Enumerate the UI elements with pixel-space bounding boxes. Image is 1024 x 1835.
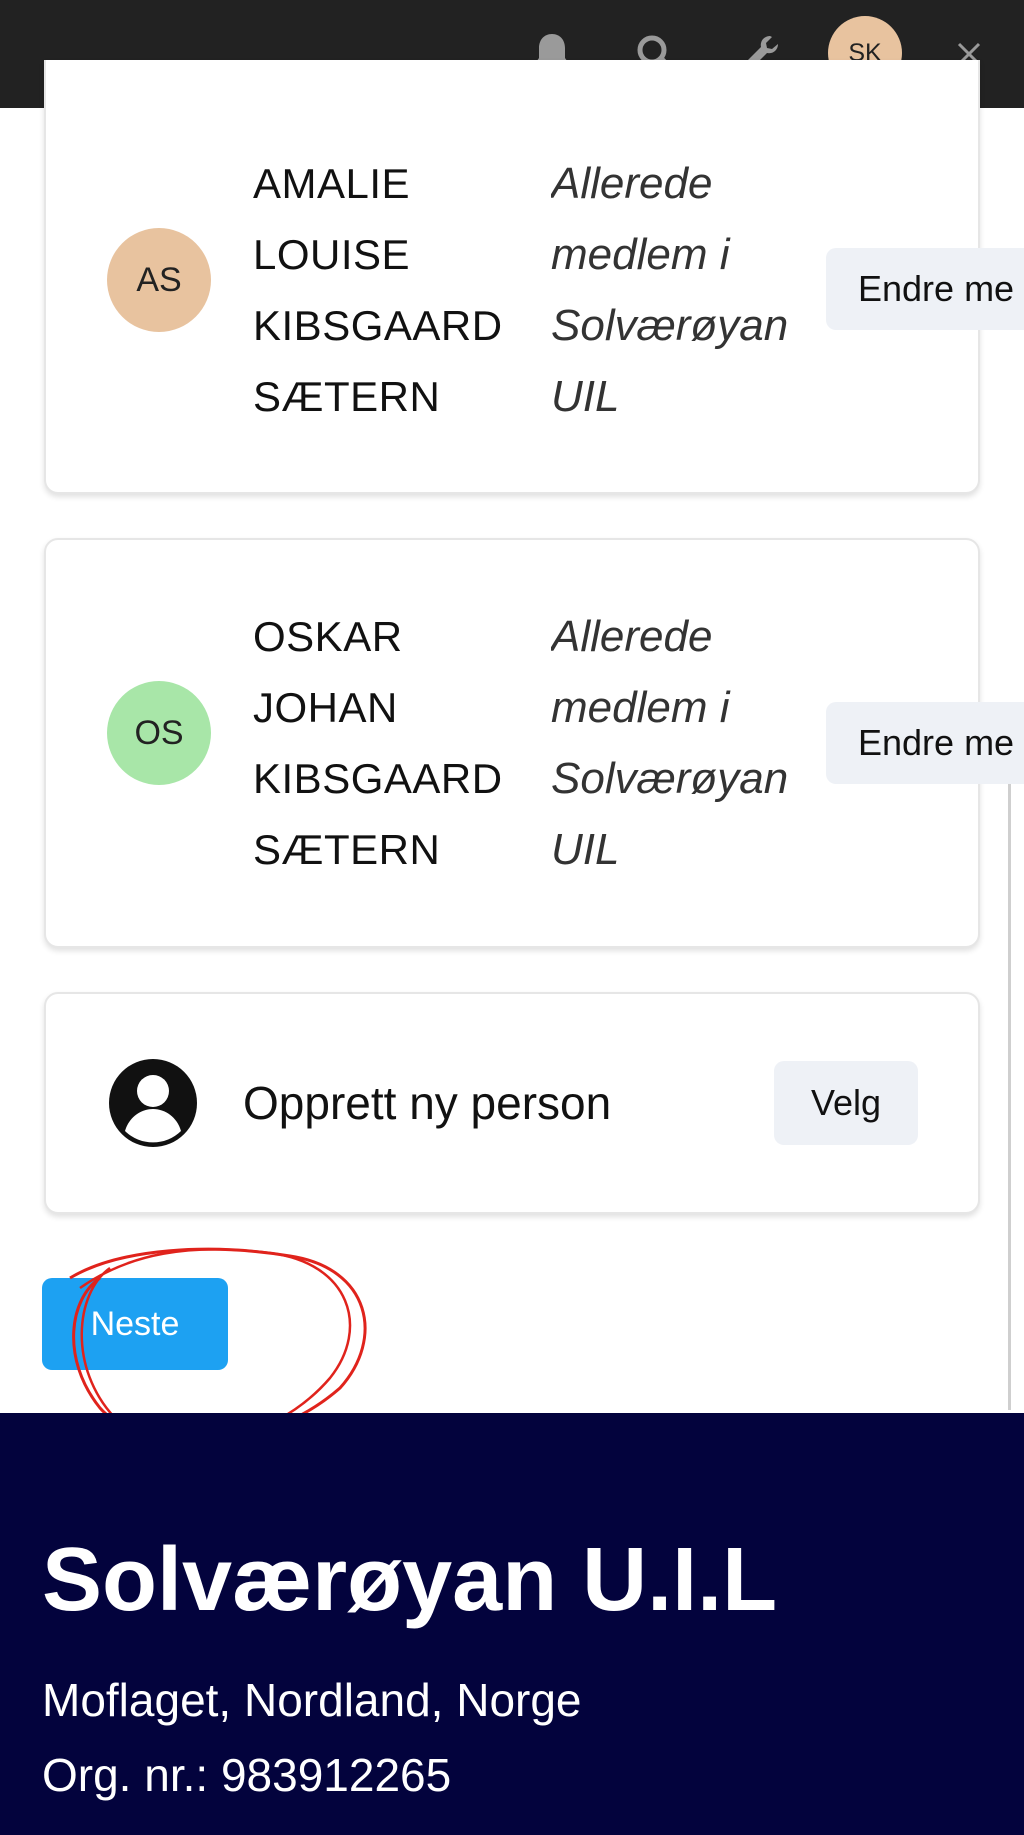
person-circle-icon: [105, 1055, 201, 1151]
member-avatar: AS: [107, 228, 211, 332]
name-line: AMALIE: [253, 160, 411, 207]
name-line: LOUISE: [253, 231, 411, 278]
member-initials: OS: [134, 713, 184, 752]
status-line: Allerede: [551, 159, 713, 208]
member-avatar: OS: [107, 681, 211, 785]
organization-number: Org. nr.: 983912265: [42, 1749, 452, 1801]
member-status: Allerede medlem i Solværøyan UIL: [551, 601, 841, 885]
status-line: Solværøyan: [551, 301, 789, 350]
status-line: medlem i: [551, 230, 730, 279]
scrollbar[interactable]: [1008, 760, 1011, 1410]
member-status: Allerede medlem i Solværøyan UIL: [551, 148, 841, 432]
new-person-label: Opprett ny person: [243, 1077, 612, 1129]
member-name: OSKAR JOHAN KIBSGAARD SÆTERN: [253, 601, 543, 885]
name-line: KIBSGAARD: [253, 302, 503, 349]
member-initials: AS: [136, 260, 182, 299]
edit-membership-button[interactable]: Endre me: [826, 248, 1024, 330]
name-line: JOHAN: [253, 684, 398, 731]
member-name: AMALIE LOUISE KIBSGAARD SÆTERN: [253, 148, 543, 432]
name-line: SÆTERN: [253, 826, 441, 873]
status-line: Solværøyan: [551, 754, 789, 803]
footer: Solværøyan U.I.L Moflaget, Nordland, Nor…: [0, 1413, 1024, 1835]
name-line: KIBSGAARD: [253, 755, 503, 802]
status-line: Allerede: [551, 612, 713, 661]
edit-membership-button[interactable]: Endre me: [826, 702, 1024, 784]
organization-address: Moflaget, Nordland, Norge: [42, 1674, 582, 1726]
next-button[interactable]: Neste: [42, 1278, 228, 1370]
status-line: UIL: [551, 825, 620, 874]
name-line: SÆTERN: [253, 373, 441, 420]
name-line: OSKAR: [253, 613, 403, 660]
select-button[interactable]: Velg: [774, 1061, 918, 1145]
status-line: medlem i: [551, 683, 730, 732]
status-line: UIL: [551, 372, 620, 421]
organization-name: Solværøyan U.I.L: [42, 1530, 778, 1630]
